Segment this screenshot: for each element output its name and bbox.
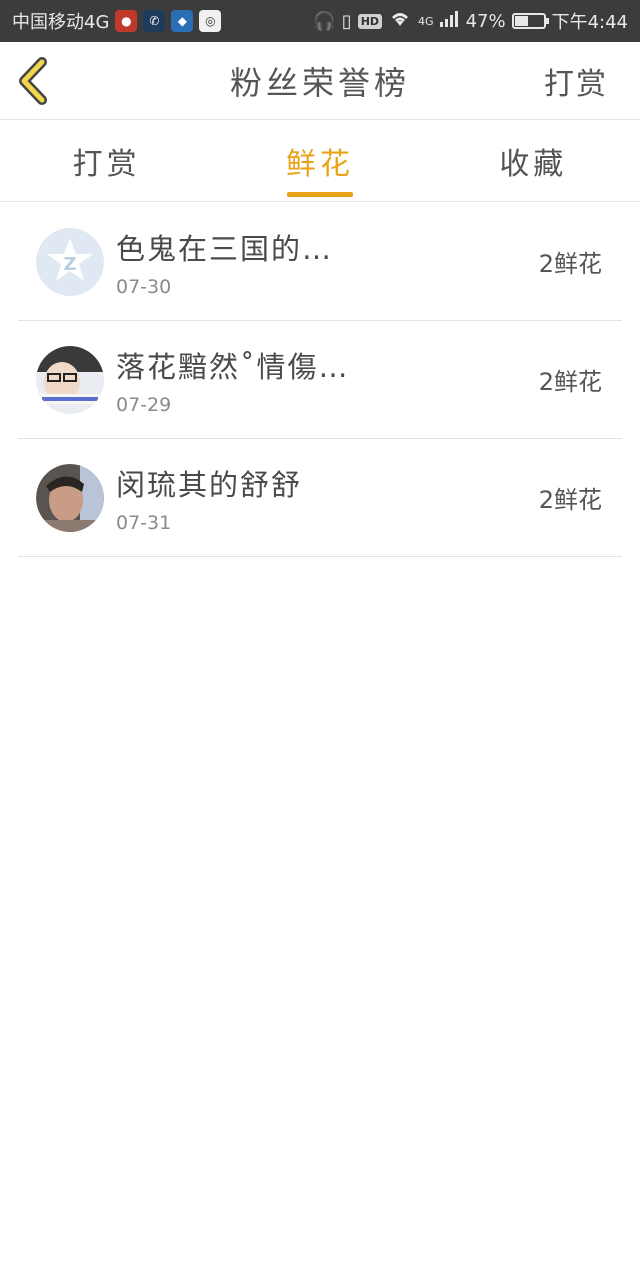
fan-list: Z 色鬼在三国的… 07-30 2鲜花 落花黯然˚情傷… 07-29 2鲜花 闵… <box>18 203 622 557</box>
battery-percent: 47% <box>465 10 506 32</box>
battery-icon <box>511 13 549 29</box>
signal-icon <box>439 10 460 32</box>
avatar[interactable] <box>36 463 104 532</box>
tab-reward[interactable]: 打赏 <box>0 121 213 201</box>
user-photo <box>36 345 104 414</box>
list-item[interactable]: 闵琉其的舒舒 07-31 2鲜花 <box>18 439 622 557</box>
top-bar: 粉丝荣誉榜 打赏 <box>0 42 640 120</box>
flower-count: 2鲜花 <box>538 368 602 396</box>
microphone-icon: ● <box>115 10 138 32</box>
network-type: 4G <box>418 14 434 28</box>
hd-badge: HD <box>357 13 383 29</box>
tab-label: 打赏 <box>72 147 141 182</box>
tab-label: 鲜花 <box>285 147 354 182</box>
flower-count: 2鲜花 <box>538 486 602 514</box>
reward-button[interactable]: 打赏 <box>544 59 608 103</box>
avatar[interactable]: Z <box>36 227 104 296</box>
wifi-icon <box>388 10 412 33</box>
tab-bar: 打赏 鲜花 收藏 <box>0 121 640 202</box>
browser-app-icon: ◎ <box>199 10 222 32</box>
phone-app-icon: ✆ <box>143 10 166 32</box>
default-avatar-icon: Z <box>36 227 104 296</box>
tab-label: 收藏 <box>499 147 568 182</box>
list-item[interactable]: Z 色鬼在三国的… 07-30 2鲜花 <box>18 203 622 321</box>
svg-text:Z: Z <box>63 254 76 275</box>
status-bar: 中国移动4G ● ✆ ◆ ◎ 🎧 ▯ HD 4G 47% 下午4:44 <box>0 0 640 42</box>
clock: 下午4:44 <box>551 12 628 33</box>
carrier-text: 中国移动4G <box>12 12 110 33</box>
headphone-icon: 🎧 <box>313 10 336 32</box>
tab-flowers[interactable]: 鲜花 <box>213 121 426 201</box>
shield-icon: ◆ <box>171 10 194 32</box>
vibrate-icon: ▯ <box>341 10 352 32</box>
flower-count: 2鲜花 <box>538 250 602 278</box>
avatar[interactable] <box>36 345 104 414</box>
list-item[interactable]: 落花黯然˚情傷… 07-29 2鲜花 <box>18 321 622 439</box>
user-photo <box>36 463 104 532</box>
tab-favorites[interactable]: 收藏 <box>427 121 640 201</box>
active-tab-indicator <box>286 192 353 197</box>
